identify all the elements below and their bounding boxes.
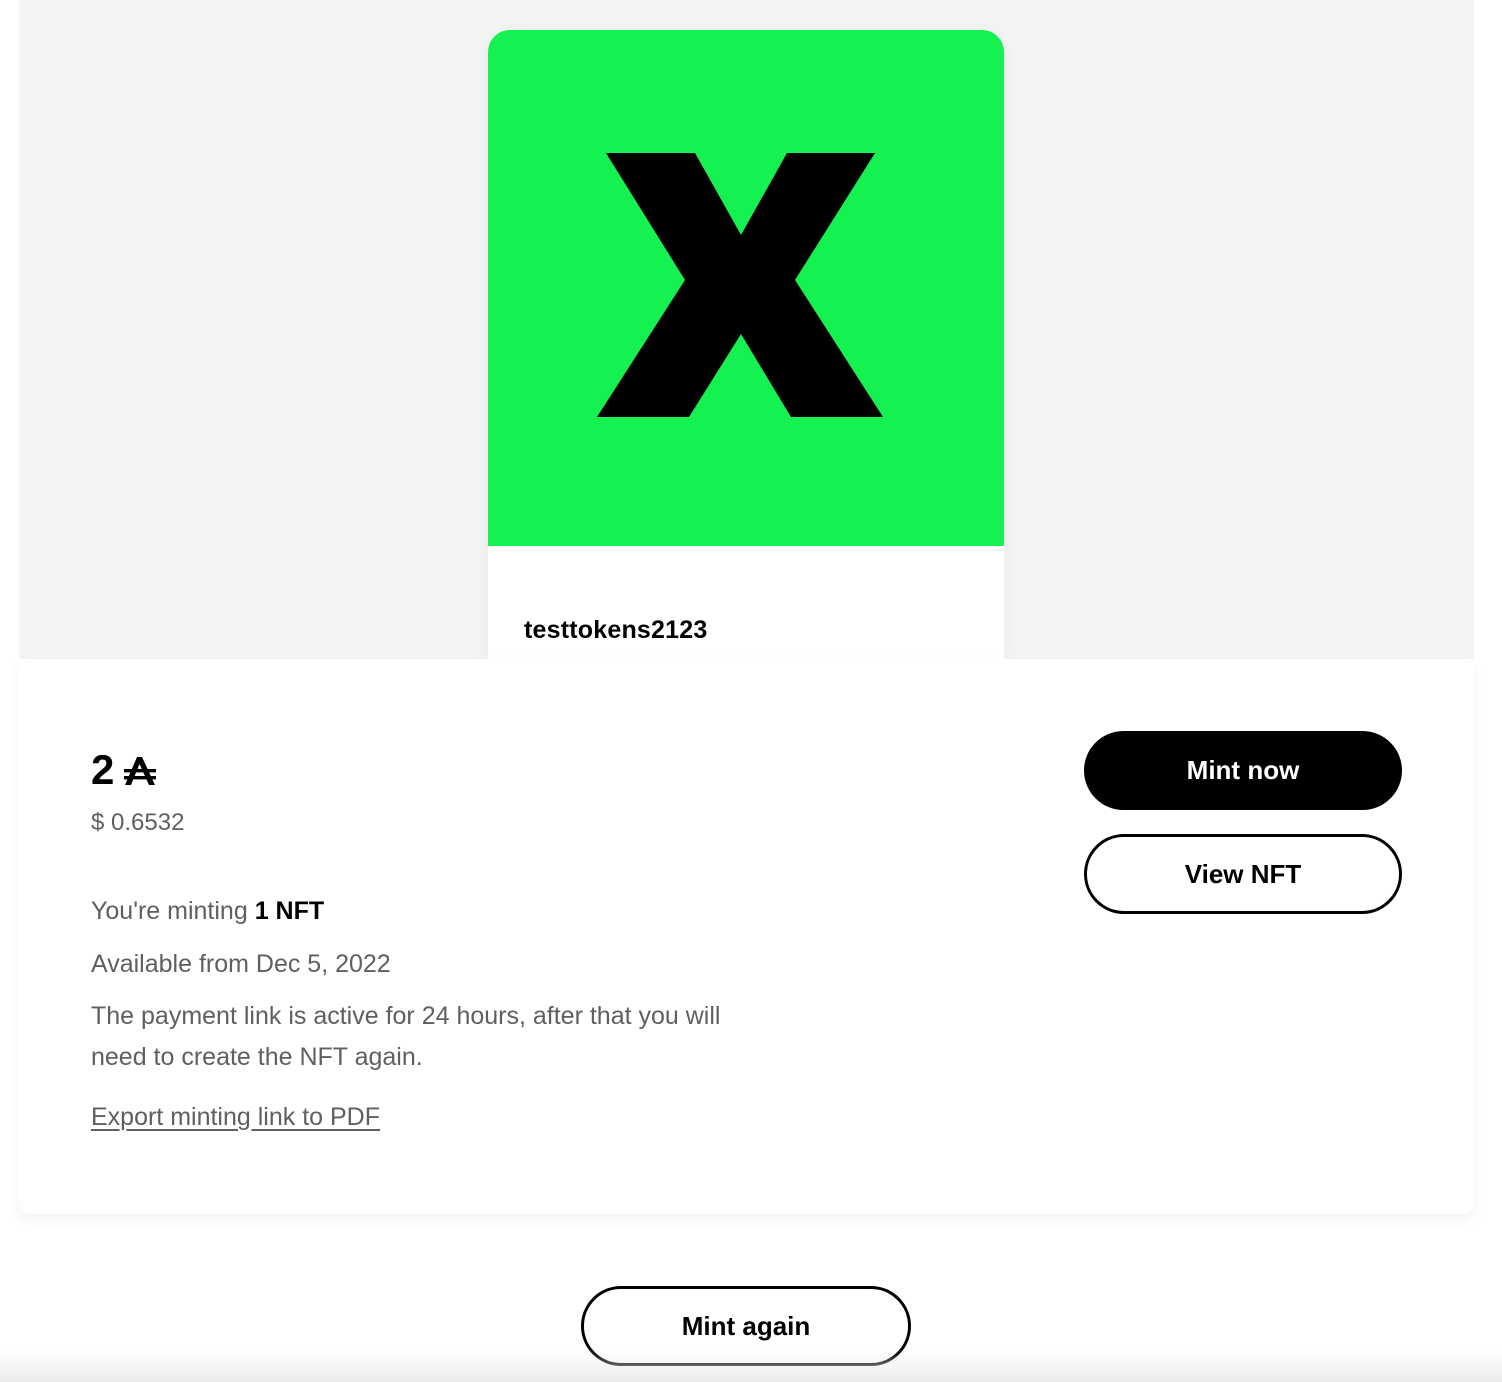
price-usd: $ 0.6532	[91, 809, 185, 836]
export-pdf-link[interactable]: Export minting link to PDF	[91, 1103, 380, 1132]
mint-again-button[interactable]: Mint again	[581, 1286, 911, 1366]
minting-count: 1 NFT	[254, 897, 325, 925]
nft-artwork	[488, 30, 1004, 546]
minting-prefix: You're minting	[91, 897, 248, 925]
algorand-icon	[124, 757, 157, 785]
nft-name: testtokens2123	[524, 616, 708, 644]
mint-details-panel: 2 $ 0.6532 You're minting 1 NFT Availabl…	[19, 659, 1474, 1214]
available-date: Available from Dec 5, 2022	[91, 950, 391, 978]
nft-card: testtokens2123	[488, 30, 1004, 659]
price-row: 2	[91, 745, 158, 795]
price-amount: 2	[91, 746, 115, 793]
minting-count-line: You're minting 1 NFT	[91, 891, 324, 932]
x-logo-icon	[597, 153, 883, 417]
mint-now-button[interactable]: Mint now	[1084, 731, 1402, 810]
view-nft-button[interactable]: View NFT	[1084, 834, 1402, 914]
payment-link-note: The payment link is active for 24 hours,…	[91, 1002, 721, 1071]
